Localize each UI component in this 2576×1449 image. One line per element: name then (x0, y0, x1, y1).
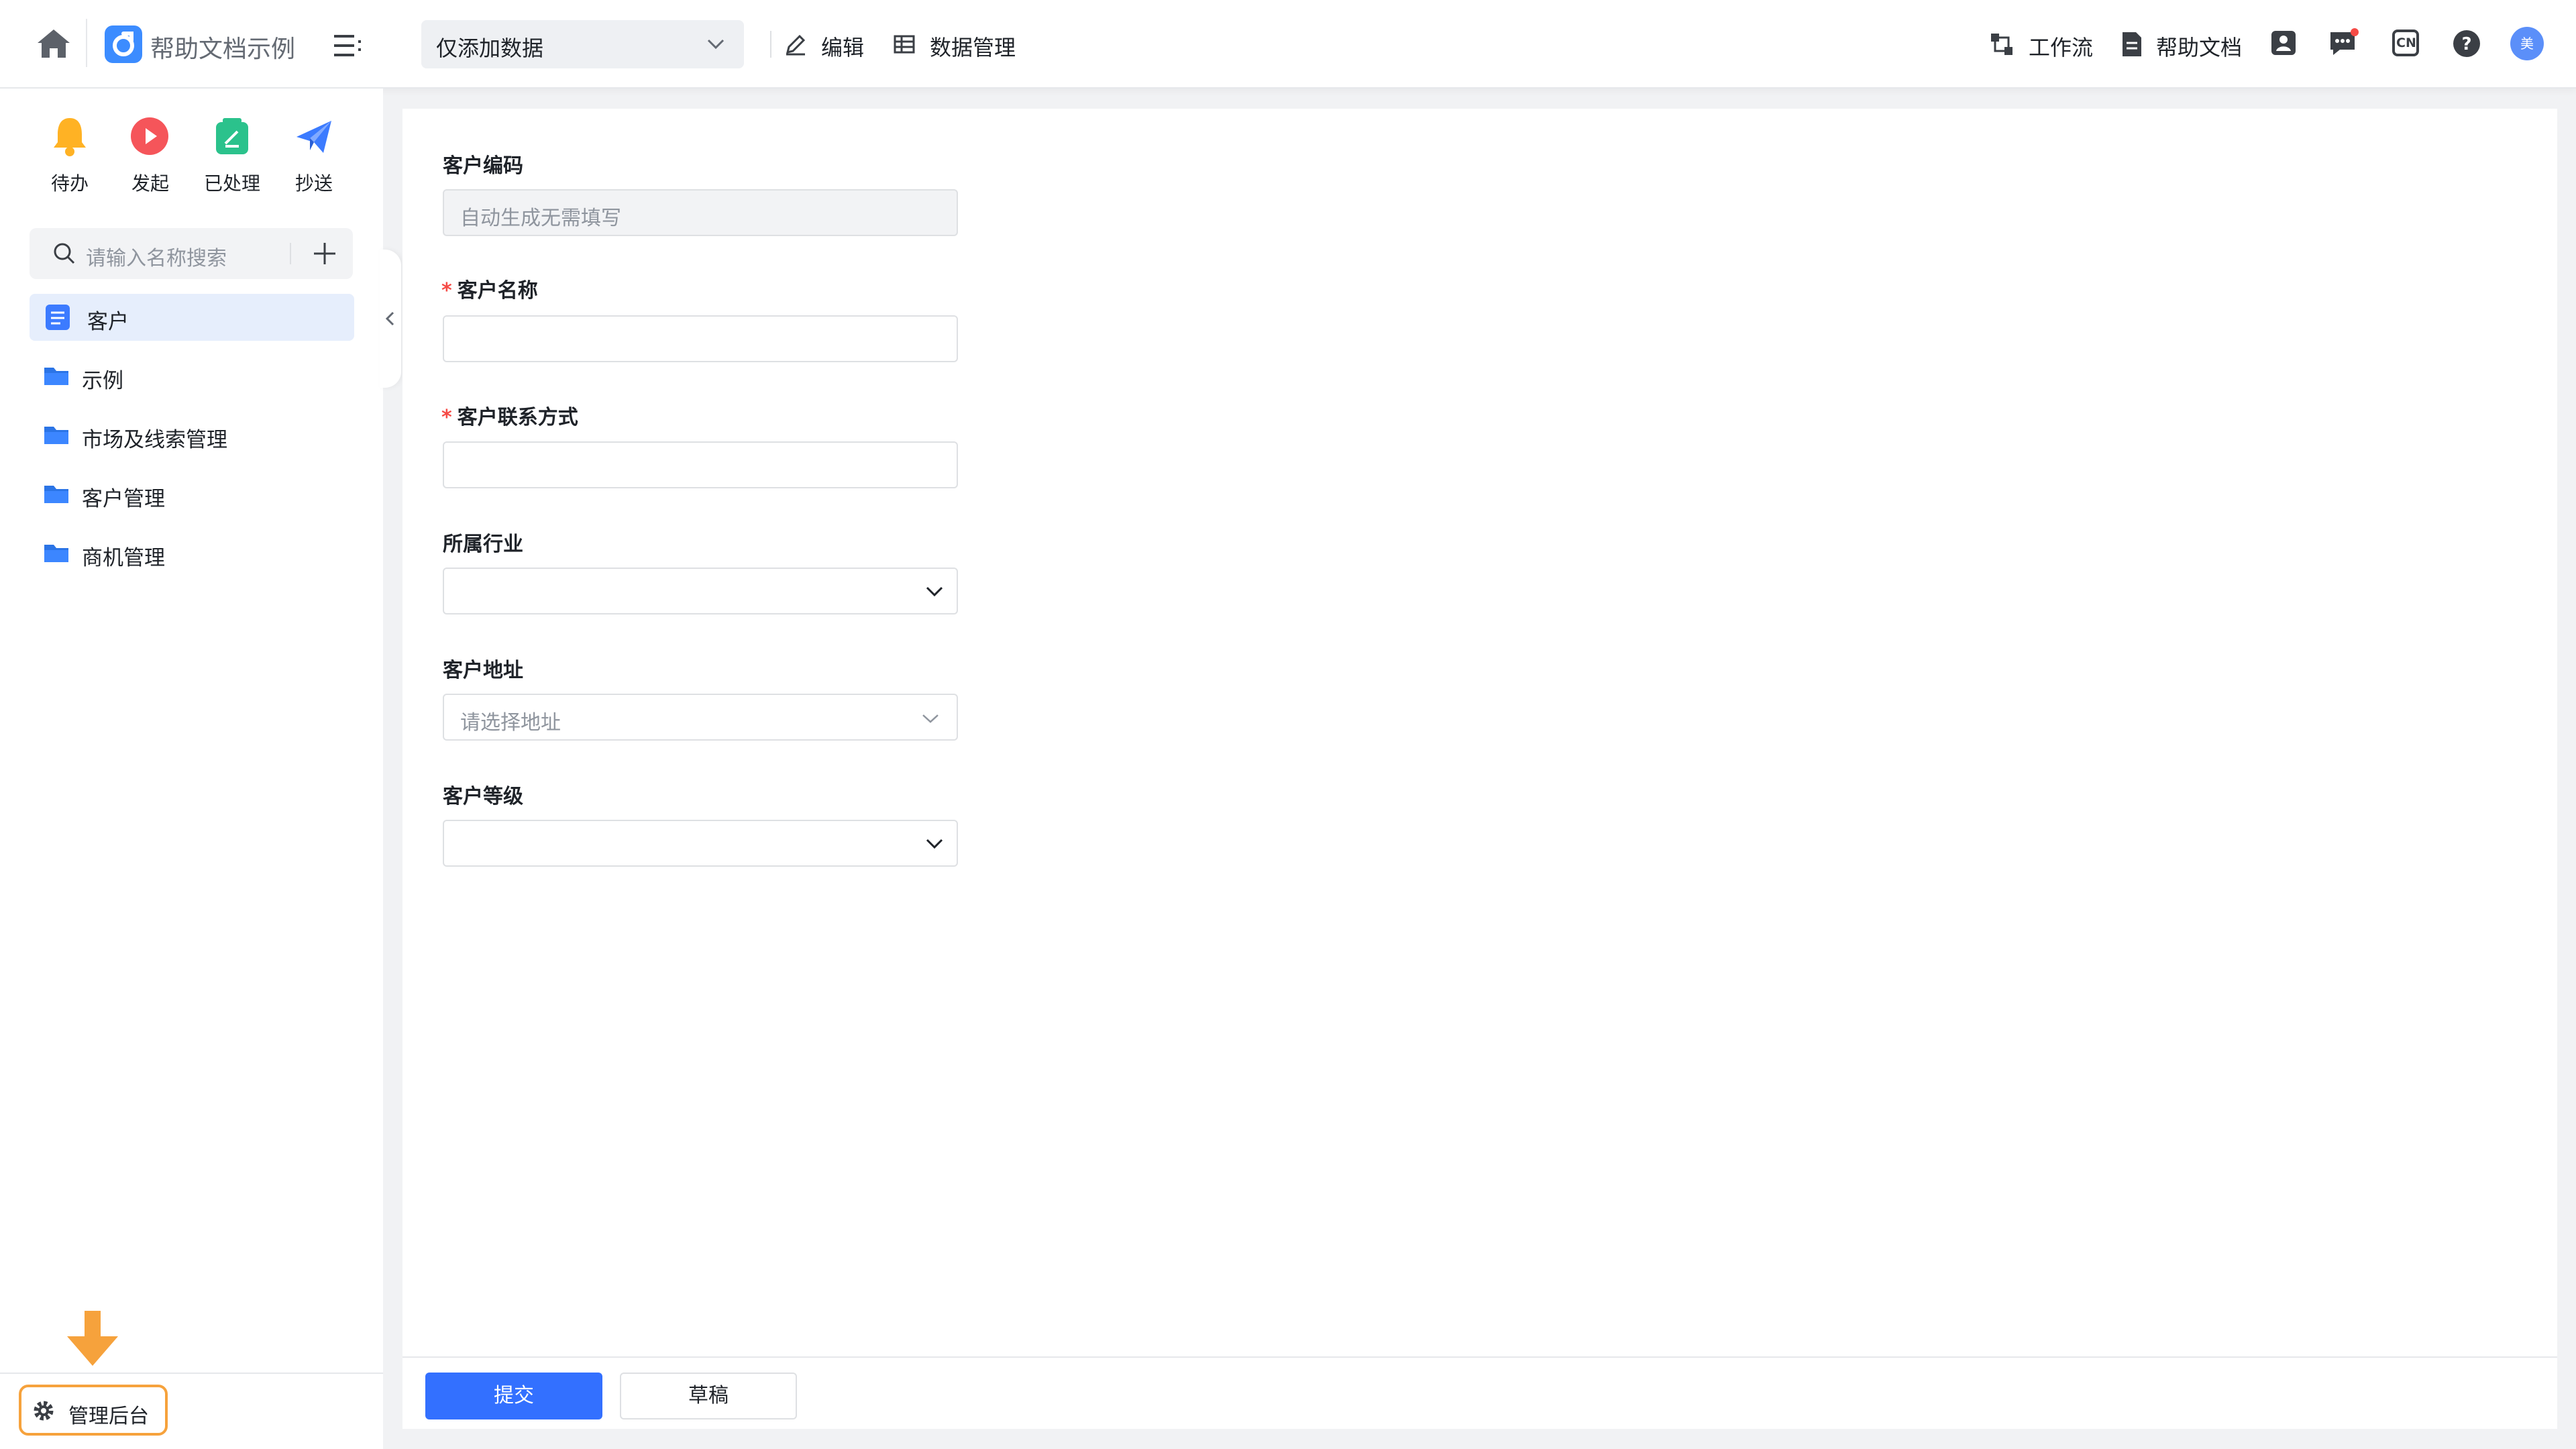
data-manage-button[interactable]: 数据管理 (892, 28, 1046, 60)
chevron-down-icon (706, 36, 726, 52)
avatar[interactable]: 美 (2510, 27, 2544, 60)
help-docs-button[interactable]: 帮助文档 (2120, 28, 2247, 60)
quick-action-initiate[interactable]: 发起 (110, 115, 191, 199)
sidebar-item-market[interactable]: 市场及线索管理 (30, 413, 354, 456)
chevron-down-icon (924, 836, 945, 852)
sidebar-collapse-button[interactable] (380, 250, 401, 388)
submit-button[interactable]: 提交 (425, 1373, 602, 1419)
home-icon[interactable] (36, 27, 71, 59)
sidebar-item-example[interactable]: 示例 (30, 354, 354, 397)
divider (770, 31, 771, 58)
field-label-address: 客户地址 (443, 659, 523, 682)
done-icon (213, 117, 251, 156)
chevron-down-icon (924, 584, 945, 600)
divider (0, 1373, 383, 1374)
gear-icon (32, 1399, 55, 1422)
mode-select[interactable]: 仅添加数据 (421, 20, 744, 68)
field-label-contact: * 客户联系方式 (441, 406, 578, 429)
chevron-down-icon (920, 711, 941, 726)
search-icon (52, 241, 76, 266)
language-switch[interactable]: CN (2392, 30, 2419, 56)
app-title[interactable]: 帮助文档示例 (150, 30, 295, 64)
folder-icon (43, 483, 70, 504)
sidebar-item-customer-manage[interactable]: 客户管理 (30, 472, 354, 515)
customer-name-input[interactable] (443, 315, 958, 362)
sidebar-item-opportunity[interactable]: 商机管理 (30, 531, 354, 574)
play-icon (130, 117, 169, 156)
chevron-left-icon (382, 309, 398, 329)
sidebar (0, 89, 383, 1449)
help-icon[interactable]: ? (2453, 30, 2481, 58)
divider (86, 19, 87, 67)
form-icon (44, 303, 71, 331)
quick-action-cc[interactable]: 抄送 (274, 115, 354, 199)
top-bar: 帮助文档示例 仅添加数据 编辑 数据管理 工作流 帮助文档 CN ? 美 (0, 0, 2576, 89)
arrow-down-icon (66, 1311, 119, 1367)
workflow-icon (1988, 31, 2015, 58)
add-icon[interactable] (311, 240, 338, 267)
bell-icon (50, 115, 90, 157)
folder-icon (43, 365, 70, 386)
field-label-name: * 客户名称 (441, 279, 538, 303)
svg-text:?: ? (2461, 34, 2471, 54)
table-icon (892, 32, 916, 56)
admin-console-button[interactable]: 管理后台 (19, 1385, 168, 1436)
sidebar-item-customer[interactable]: 客户 (30, 294, 354, 341)
customer-code-input: 自动生成无需填写 (443, 189, 958, 236)
pencil-icon (784, 32, 808, 56)
folder-icon (43, 542, 70, 564)
paper-plane-icon (294, 118, 334, 156)
language-label: CN (2396, 36, 2416, 50)
mode-select-value: 仅添加数据 (436, 36, 544, 61)
draft-button[interactable]: 草稿 (620, 1373, 797, 1419)
menu-toggle-icon[interactable] (333, 32, 364, 59)
address-select[interactable]: 请选择地址 (443, 694, 958, 741)
field-label-level: 客户等级 (443, 785, 523, 808)
divider (290, 243, 291, 264)
quick-action-processed[interactable]: 已处理 (192, 115, 272, 199)
sidebar-search: 请输入名称搜索 (30, 228, 353, 279)
level-select[interactable] (443, 820, 958, 867)
quick-action-todo[interactable]: 待办 (30, 115, 110, 199)
message-icon[interactable] (2328, 28, 2360, 58)
app-logo-icon (105, 25, 142, 63)
field-label-code: 客户编码 (443, 154, 523, 178)
customer-contact-input[interactable] (443, 441, 958, 488)
field-label-industry: 所属行业 (443, 533, 523, 556)
industry-select[interactable] (443, 568, 958, 614)
folder-icon (43, 424, 70, 445)
search-input[interactable]: 请输入名称搜索 (86, 241, 227, 271)
contacts-icon[interactable] (2270, 30, 2297, 56)
workflow-button[interactable]: 工作流 (1988, 28, 2096, 60)
document-icon (2120, 31, 2144, 58)
edit-button[interactable]: 编辑 (784, 28, 871, 60)
